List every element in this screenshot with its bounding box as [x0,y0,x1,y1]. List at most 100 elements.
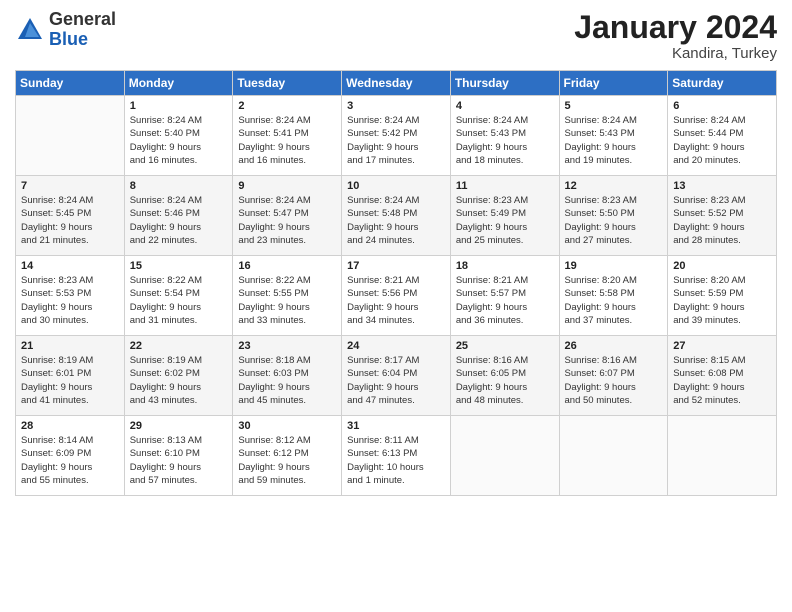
cell-info: Sunrise: 8:23 AM Sunset: 5:50 PM Dayligh… [565,194,663,247]
calendar-cell: 6 Sunrise: 8:24 AM Sunset: 5:44 PM Daylig… [668,96,777,176]
day-header: Monday [124,71,233,96]
location: Kandira, Turkey [574,45,777,62]
page-header: General Blue January 2024 Kandira, Turke… [15,10,777,62]
page-container: General Blue January 2024 Kandira, Turke… [0,0,792,612]
cell-info: Sunrise: 8:24 AM Sunset: 5:47 PM Dayligh… [238,194,336,247]
cell-info: Sunrise: 8:15 AM Sunset: 6:08 PM Dayligh… [673,354,771,407]
calendar-cell: 19 Sunrise: 8:20 AM Sunset: 5:58 PM Dayli… [559,256,668,336]
calendar-cell: 13 Sunrise: 8:23 AM Sunset: 5:52 PM Dayli… [668,176,777,256]
cell-info: Sunrise: 8:22 AM Sunset: 5:54 PM Dayligh… [130,274,228,327]
day-header: Sunday [16,71,125,96]
calendar-cell: 8Sunrise: 8:24 AM Sunset: 5:46 PM Daylig… [124,176,233,256]
calendar-cell: 7 Sunrise: 8:24 AM Sunset: 5:45 PM Daylig… [16,176,125,256]
day-number: 23 [238,340,336,352]
calendar-cell: 18 Sunrise: 8:21 AM Sunset: 5:57 PM Dayli… [450,256,559,336]
cell-info: Sunrise: 8:21 AM Sunset: 5:57 PM Dayligh… [456,274,554,327]
day-number: 13 [673,180,771,192]
logo-general: General [49,10,116,30]
day-number: 24 [347,340,445,352]
title-block: January 2024 Kandira, Turkey [574,10,777,62]
calendar-cell [450,416,559,496]
day-number: 27 [673,340,771,352]
calendar-cell: 25 Sunrise: 8:16 AM Sunset: 6:05 PM Dayli… [450,336,559,416]
calendar-cell: 28 Sunrise: 8:14 AM Sunset: 6:09 PM Dayli… [16,416,125,496]
cell-info: Sunrise: 8:24 AM Sunset: 5:43 PM Dayligh… [456,114,554,167]
calendar-table: SundayMondayTuesdayWednesdayThursdayFrid… [15,70,777,496]
cell-info: Sunrise: 8:16 AM Sunset: 6:05 PM Dayligh… [456,354,554,407]
day-number: 7 [21,180,119,192]
cell-info: Sunrise: 8:23 AM Sunset: 5:52 PM Dayligh… [673,194,771,247]
cell-info: Sunrise: 8:17 AM Sunset: 6:04 PM Dayligh… [347,354,445,407]
day-number: 30 [238,420,336,432]
calendar-cell: 27 Sunrise: 8:15 AM Sunset: 6:08 PM Dayli… [668,336,777,416]
cell-info: Sunrise: 8:23 AM Sunset: 5:49 PM Dayligh… [456,194,554,247]
cell-info: Sunrise: 8:14 AM Sunset: 6:09 PM Dayligh… [21,434,119,487]
logo-text: General Blue [49,10,116,50]
day-number: 29 [130,420,228,432]
cell-info: Sunrise: 8:20 AM Sunset: 5:58 PM Dayligh… [565,274,663,327]
day-number: 17 [347,260,445,272]
day-number: 14 [21,260,119,272]
calendar-cell: 3 Sunrise: 8:24 AM Sunset: 5:42 PM Daylig… [342,96,451,176]
day-number: 12 [565,180,663,192]
calendar-cell: 22 Sunrise: 8:19 AM Sunset: 6:02 PM Dayli… [124,336,233,416]
calendar-cell: 9 Sunrise: 8:24 AM Sunset: 5:47 PM Daylig… [233,176,342,256]
calendar-cell: 26 Sunrise: 8:16 AM Sunset: 6:07 PM Dayli… [559,336,668,416]
day-number: 31 [347,420,445,432]
cell-info: Sunrise: 8:23 AM Sunset: 5:53 PM Dayligh… [21,274,119,327]
day-number: 18 [456,260,554,272]
cell-info: Sunrise: 8:24 AM Sunset: 5:43 PM Dayligh… [565,114,663,167]
calendar-cell: 30 Sunrise: 8:12 AM Sunset: 6:12 PM Dayli… [233,416,342,496]
logo-icon [15,15,45,45]
cell-info: Sunrise: 8:24 AM Sunset: 5:46 PM Dayligh… [130,194,228,247]
calendar-cell: 29 Sunrise: 8:13 AM Sunset: 6:10 PM Dayli… [124,416,233,496]
calendar-cell: 4Sunrise: 8:24 AM Sunset: 5:43 PM Daylig… [450,96,559,176]
day-number: 1 [130,100,228,112]
calendar-cell [559,416,668,496]
calendar-cell: 10Sunrise: 8:24 AM Sunset: 5:48 PM Dayli… [342,176,451,256]
cell-info: Sunrise: 8:24 AM Sunset: 5:41 PM Dayligh… [238,114,336,167]
calendar-cell: 14 Sunrise: 8:23 AM Sunset: 5:53 PM Dayli… [16,256,125,336]
day-number: 11 [456,180,554,192]
cell-info: Sunrise: 8:18 AM Sunset: 6:03 PM Dayligh… [238,354,336,407]
day-number: 6 [673,100,771,112]
calendar-cell: 2 Sunrise: 8:24 AM Sunset: 5:41 PM Daylig… [233,96,342,176]
month-title: January 2024 [574,10,777,45]
day-number: 19 [565,260,663,272]
logo-blue: Blue [49,30,116,50]
day-number: 16 [238,260,336,272]
cell-info: Sunrise: 8:24 AM Sunset: 5:40 PM Dayligh… [130,114,228,167]
calendar-cell: 1 Sunrise: 8:24 AM Sunset: 5:40 PM Daylig… [124,96,233,176]
cell-info: Sunrise: 8:20 AM Sunset: 5:59 PM Dayligh… [673,274,771,327]
cell-info: Sunrise: 8:16 AM Sunset: 6:07 PM Dayligh… [565,354,663,407]
day-header: Tuesday [233,71,342,96]
cell-info: Sunrise: 8:24 AM Sunset: 5:45 PM Dayligh… [21,194,119,247]
cell-info: Sunrise: 8:11 AM Sunset: 6:13 PM Dayligh… [347,434,445,487]
calendar-cell: 12 Sunrise: 8:23 AM Sunset: 5:50 PM Dayli… [559,176,668,256]
day-number: 3 [347,100,445,112]
day-number: 9 [238,180,336,192]
calendar-cell: 17 Sunrise: 8:21 AM Sunset: 5:56 PM Dayli… [342,256,451,336]
day-header: Wednesday [342,71,451,96]
day-number: 15 [130,260,228,272]
calendar-cell: 15 Sunrise: 8:22 AM Sunset: 5:54 PM Dayli… [124,256,233,336]
day-header: Thursday [450,71,559,96]
cell-info: Sunrise: 8:19 AM Sunset: 6:02 PM Dayligh… [130,354,228,407]
cell-info: Sunrise: 8:12 AM Sunset: 6:12 PM Dayligh… [238,434,336,487]
cell-info: Sunrise: 8:24 AM Sunset: 5:44 PM Dayligh… [673,114,771,167]
day-number: 26 [565,340,663,352]
day-number: 22 [130,340,228,352]
day-header: Saturday [668,71,777,96]
day-number: 5 [565,100,663,112]
cell-info: Sunrise: 8:13 AM Sunset: 6:10 PM Dayligh… [130,434,228,487]
day-number: 28 [21,420,119,432]
day-number: 2 [238,100,336,112]
day-header: Friday [559,71,668,96]
cell-info: Sunrise: 8:21 AM Sunset: 5:56 PM Dayligh… [347,274,445,327]
day-number: 25 [456,340,554,352]
calendar-cell: 23 Sunrise: 8:18 AM Sunset: 6:03 PM Dayli… [233,336,342,416]
cell-info: Sunrise: 8:24 AM Sunset: 5:42 PM Dayligh… [347,114,445,167]
calendar-cell: 21Sunrise: 8:19 AM Sunset: 6:01 PM Dayli… [16,336,125,416]
calendar-cell: 11 Sunrise: 8:23 AM Sunset: 5:49 PM Dayli… [450,176,559,256]
day-number: 21 [21,340,119,352]
